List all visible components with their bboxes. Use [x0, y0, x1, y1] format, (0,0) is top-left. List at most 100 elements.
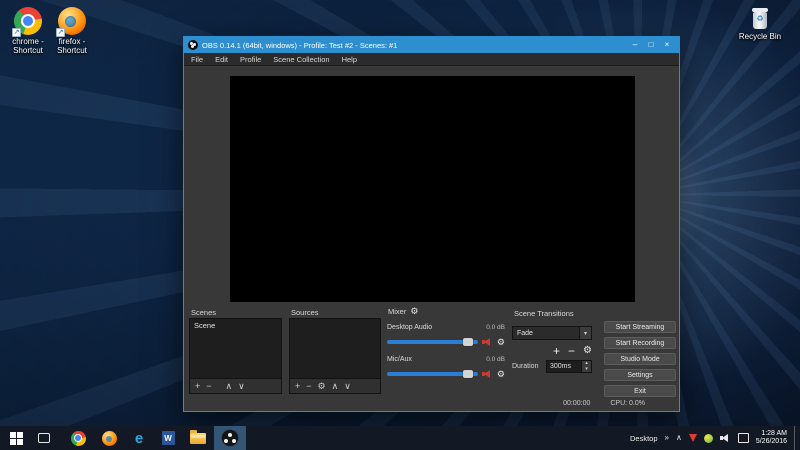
word-icon: W — [162, 431, 175, 445]
menu-scene-collection[interactable]: Scene Collection — [273, 55, 329, 64]
obs-window: OBS 0.14.1 (64bit, windows) - Profile: T… — [183, 36, 680, 412]
taskbar: e W Desktop » ∧ 1:28 AM 5/26/2016 — [0, 426, 800, 450]
source-properties-button[interactable]: ⚙ — [318, 382, 326, 391]
taskbar-chrome[interactable] — [64, 426, 92, 450]
clock-date: 5/26/2016 — [756, 438, 787, 446]
tray-app-green-icon[interactable] — [704, 434, 713, 443]
recycle-bin-label: Recycle Bin — [737, 32, 783, 41]
desktop-shortcut-chrome[interactable]: ↗ chrome - Shortcut — [5, 7, 51, 55]
transition-add-button[interactable]: + — [553, 345, 560, 357]
taskbar-obs-active[interactable] — [214, 426, 246, 450]
transition-remove-button[interactable]: − — [568, 345, 575, 357]
shortcut-arrow-icon: ↗ — [56, 28, 65, 37]
desktop-shortcut-firefox[interactable]: ↗ firefox - Shortcut — [49, 7, 95, 55]
volume-slider-handle[interactable] — [463, 338, 473, 346]
sources-list[interactable] — [289, 318, 381, 379]
scene-move-up-button[interactable]: ∧ — [226, 382, 233, 391]
taskbar-file-explorer[interactable] — [184, 426, 212, 450]
tray-app-red-icon[interactable] — [689, 434, 697, 442]
source-add-button[interactable]: + — [295, 382, 300, 391]
menu-profile[interactable]: Profile — [240, 55, 261, 64]
windows-logo-icon — [10, 432, 23, 445]
firefox-icon — [102, 431, 117, 446]
channel-name: Mic/Aux — [387, 356, 412, 363]
window-content: Scenes Scene + − ∧ ∨ Sources + − ⚙ ∧ ∨ — [184, 66, 679, 411]
desktop-icon-recycle-bin[interactable]: ♻ Recycle Bin — [737, 6, 783, 41]
volume-slider[interactable] — [387, 372, 478, 376]
edge-icon: e — [135, 431, 143, 446]
transitions-toolbar: + − ⚙ — [512, 345, 592, 357]
title-bar[interactable]: OBS 0.14.1 (64bit, windows) - Profile: T… — [184, 37, 679, 53]
taskbar-clock[interactable]: 1:28 AM 5/26/2016 — [756, 430, 787, 446]
scene-add-button[interactable]: + — [195, 382, 200, 391]
channel-level: 0.0 dB — [486, 324, 505, 331]
minimize-button[interactable]: – — [627, 39, 643, 51]
scenes-dock-label: Scenes — [191, 308, 216, 317]
duration-value: 300ms — [547, 363, 581, 370]
transition-select[interactable]: Fade ▾ — [512, 326, 592, 340]
source-move-down-button[interactable]: ∨ — [344, 382, 351, 391]
channel-name: Desktop Audio — [387, 324, 432, 331]
mixer-channel-controls: ⚙ — [387, 369, 505, 379]
system-tray: Desktop » ∧ 1:28 AM 5/26/2016 — [630, 426, 800, 450]
menu-help[interactable]: Help — [342, 55, 357, 64]
menu-bar: File Edit Profile Scene Collection Help — [184, 53, 679, 66]
volume-slider[interactable] — [387, 340, 478, 344]
channel-settings-icon[interactable]: ⚙ — [497, 338, 505, 347]
mixer-dock-label: Mixer — [388, 307, 406, 316]
scene-move-down-button[interactable]: ∨ — [238, 382, 245, 391]
taskbar-word[interactable]: W — [154, 426, 182, 450]
taskbar-firefox[interactable] — [95, 426, 123, 450]
mixer-channel-header: Mic/Aux 0.0 dB — [387, 356, 505, 363]
start-recording-button[interactable]: Start Recording — [604, 337, 676, 349]
mute-icon[interactable] — [482, 338, 493, 347]
taskbar-edge[interactable]: e — [125, 426, 153, 450]
menu-edit[interactable]: Edit — [215, 55, 228, 64]
studio-mode-button[interactable]: Studio Mode — [604, 353, 676, 365]
stream-timer: 00:00:00 — [563, 400, 590, 407]
close-button[interactable]: × — [659, 39, 675, 51]
show-desktop-button[interactable] — [794, 426, 798, 450]
recycle-bin-icon: ♻ — [750, 6, 770, 30]
scenes-list[interactable]: Scene — [189, 318, 282, 379]
menu-file[interactable]: File — [191, 55, 203, 64]
scene-remove-button[interactable]: − — [206, 382, 211, 391]
obs-app-icon — [188, 40, 198, 50]
sources-dock-label: Sources — [291, 308, 319, 317]
source-move-up-button[interactable]: ∧ — [332, 382, 339, 391]
mixer-settings-icon[interactable]: ⚙ — [410, 306, 418, 317]
maximize-button[interactable]: □ — [643, 39, 659, 51]
mute-icon[interactable] — [482, 370, 493, 379]
desktop-toolbar[interactable]: Desktop — [630, 434, 658, 443]
window-title: OBS 0.14.1 (64bit, windows) - Profile: T… — [202, 41, 627, 50]
spin-down-icon[interactable]: ▾ — [582, 367, 591, 373]
toolbar-overflow-icon[interactable]: » — [665, 434, 669, 442]
source-remove-button[interactable]: − — [306, 382, 311, 391]
file-explorer-icon — [190, 433, 206, 444]
start-button[interactable] — [2, 426, 30, 450]
clock-time: 1:28 AM — [756, 430, 787, 438]
settings-button[interactable]: Settings — [604, 369, 676, 381]
desktop: ↗ chrome - Shortcut ↗ firefox - Shortcut… — [0, 0, 800, 450]
channel-level: 0.0 dB — [486, 356, 505, 363]
preview-canvas[interactable] — [230, 76, 635, 302]
hidden-icons-chevron[interactable]: ∧ — [676, 434, 682, 442]
action-center-icon[interactable] — [738, 433, 749, 443]
duration-label: Duration — [512, 363, 538, 370]
mixer-channel-header: Desktop Audio 0.0 dB — [387, 324, 505, 331]
channel-settings-icon[interactable]: ⚙ — [497, 370, 505, 379]
exit-button[interactable]: Exit — [604, 385, 676, 397]
volume-slider-handle[interactable] — [463, 370, 473, 378]
scene-list-item[interactable]: Scene — [190, 319, 281, 332]
cpu-usage: CPU: 0.0% — [610, 400, 645, 407]
status-bar: 00:00:00 CPU: 0.0% — [184, 397, 679, 409]
shortcut-label: firefox - Shortcut — [49, 37, 95, 55]
task-view-button[interactable] — [30, 426, 58, 450]
start-streaming-button[interactable]: Start Streaming — [604, 321, 676, 333]
sources-toolbar: + − ⚙ ∧ ∨ — [289, 379, 381, 394]
volume-tray-icon[interactable] — [720, 434, 731, 443]
chevron-down-icon: ▾ — [579, 327, 591, 339]
transition-properties-button[interactable]: ⚙ — [583, 346, 592, 356]
shortcut-label: chrome - Shortcut — [5, 37, 51, 55]
duration-input[interactable]: 300ms ▴ ▾ — [546, 360, 592, 373]
